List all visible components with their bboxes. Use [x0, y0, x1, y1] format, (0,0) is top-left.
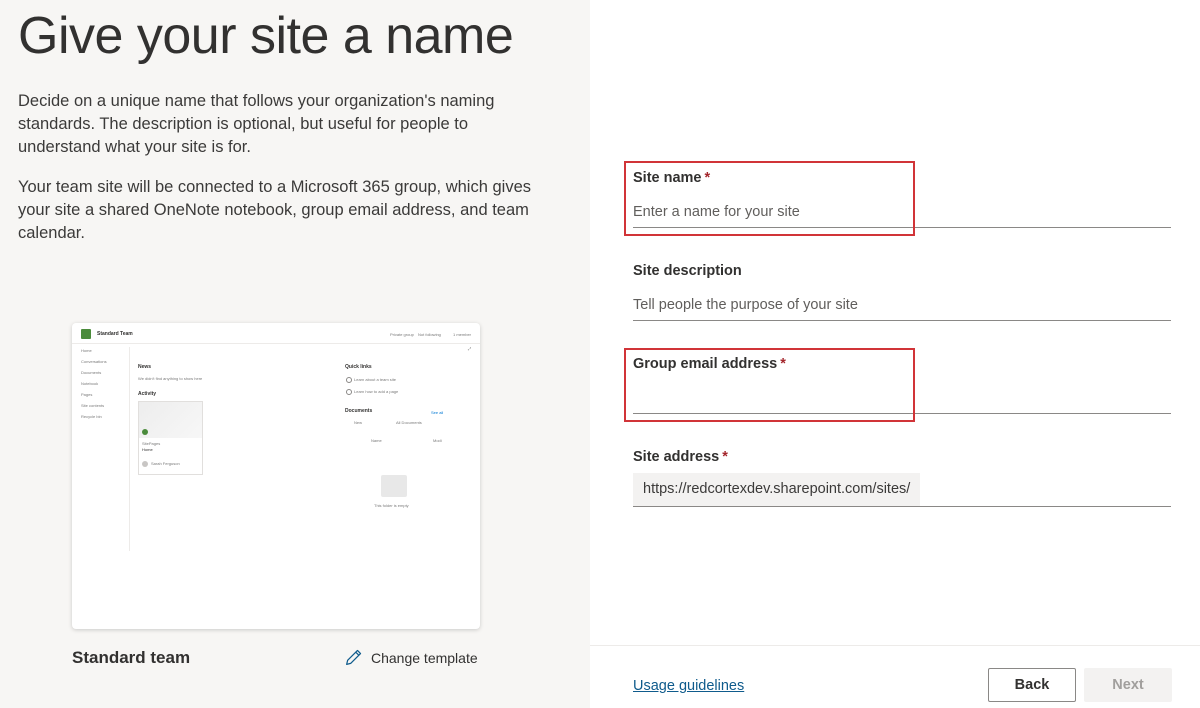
preview-col-name: Name — [371, 438, 382, 443]
description-paragraph-2: Your team site will be connected to a Mi… — [18, 178, 531, 242]
preview-nav-item: Conversations — [81, 359, 107, 364]
usage-guidelines-link[interactable]: Usage guidelines — [633, 678, 744, 694]
preview-empty-folder-icon — [381, 475, 407, 497]
preview-header-action-1: Private group — [390, 332, 414, 337]
preview-news-heading: News — [138, 364, 152, 370]
preview-empty-text: This folder is empty — [374, 503, 409, 508]
pencil-icon — [344, 648, 363, 667]
site-name-label: Site name * — [633, 170, 711, 186]
preview-site-title: Standard Team — [97, 331, 133, 337]
preview-activity-title: SitePages — [142, 441, 161, 446]
next-button[interactable]: Next — [1084, 668, 1172, 702]
site-description-input[interactable] — [633, 290, 1171, 321]
required-asterisk: * — [780, 356, 786, 372]
preview-activity-badge — [142, 429, 148, 435]
preview-header-action-2: Not following — [418, 332, 441, 337]
preview-news-text: We didn't find anything to show here — [138, 376, 203, 381]
preview-doc-view: All Documents — [396, 420, 422, 425]
preview-expand-icon: ⤢ — [468, 346, 472, 351]
site-address-prefix: https://redcortexdev.sharepoint.com/site… — [633, 473, 921, 506]
site-description-label: Site description — [633, 263, 742, 279]
preview-nav-item: Recycle bin — [81, 414, 102, 419]
template-preview: Standard Team Private group Not followin… — [72, 323, 480, 629]
preview-doc-new: New — [354, 420, 363, 425]
page-title: Give your site a name — [18, 7, 514, 65]
preview-header-action-3: 1 member — [453, 332, 472, 337]
preview-activity-sub: Home — [142, 447, 153, 452]
preview-link-icon — [346, 377, 352, 383]
preview-activity-person: Sarah Ferguson — [151, 461, 180, 466]
group-email-label: Group email address * — [633, 356, 786, 372]
site-logo — [81, 329, 91, 339]
site-name-input[interactable] — [633, 197, 1171, 228]
description-paragraph-1: Decide on a unique name that follows you… — [18, 92, 495, 156]
preview-activity-thumbnail — [139, 402, 202, 438]
right-panel — [590, 0, 1200, 708]
change-template-button[interactable]: Change template — [344, 648, 478, 667]
preview-activity-card: SitePages Home Sarah Ferguson — [138, 401, 203, 475]
preview-nav-item: Home — [81, 348, 92, 353]
left-panel: Give your site a name Decide on a unique… — [0, 0, 590, 708]
preview-nav-item: Documents — [81, 370, 102, 375]
group-email-input[interactable] — [633, 383, 1171, 414]
preview-documents-heading: Documents — [345, 408, 373, 414]
template-name: Standard team — [72, 648, 191, 667]
preview-see-all: See all — [431, 410, 444, 415]
preview-avatar — [142, 461, 148, 467]
site-address-field[interactable]: https://redcortexdev.sharepoint.com/site… — [633, 473, 1171, 507]
preview-nav-divider — [129, 347, 130, 551]
preview-header-divider — [72, 343, 480, 344]
preview-quick-link: Learn about a team site — [354, 377, 397, 382]
site-address-label: Site address * — [633, 449, 728, 465]
preview-quick-link: Learn how to add a page — [354, 389, 399, 394]
preview-quick-links-heading: Quick links — [345, 364, 372, 370]
required-asterisk: * — [704, 170, 711, 186]
back-button[interactable]: Back — [988, 668, 1076, 702]
preview-link-icon — [346, 389, 352, 395]
preview-nav-item: Pages — [81, 392, 93, 397]
preview-col-modified: Modi — [433, 438, 442, 443]
change-template-label: Change template — [371, 649, 478, 666]
preview-nav-item: Site contents — [81, 403, 105, 408]
required-asterisk: * — [722, 449, 728, 465]
footer-divider — [590, 645, 1200, 646]
preview-nav-item: Notebook — [81, 381, 99, 386]
preview-activity-heading: Activity — [138, 391, 157, 397]
